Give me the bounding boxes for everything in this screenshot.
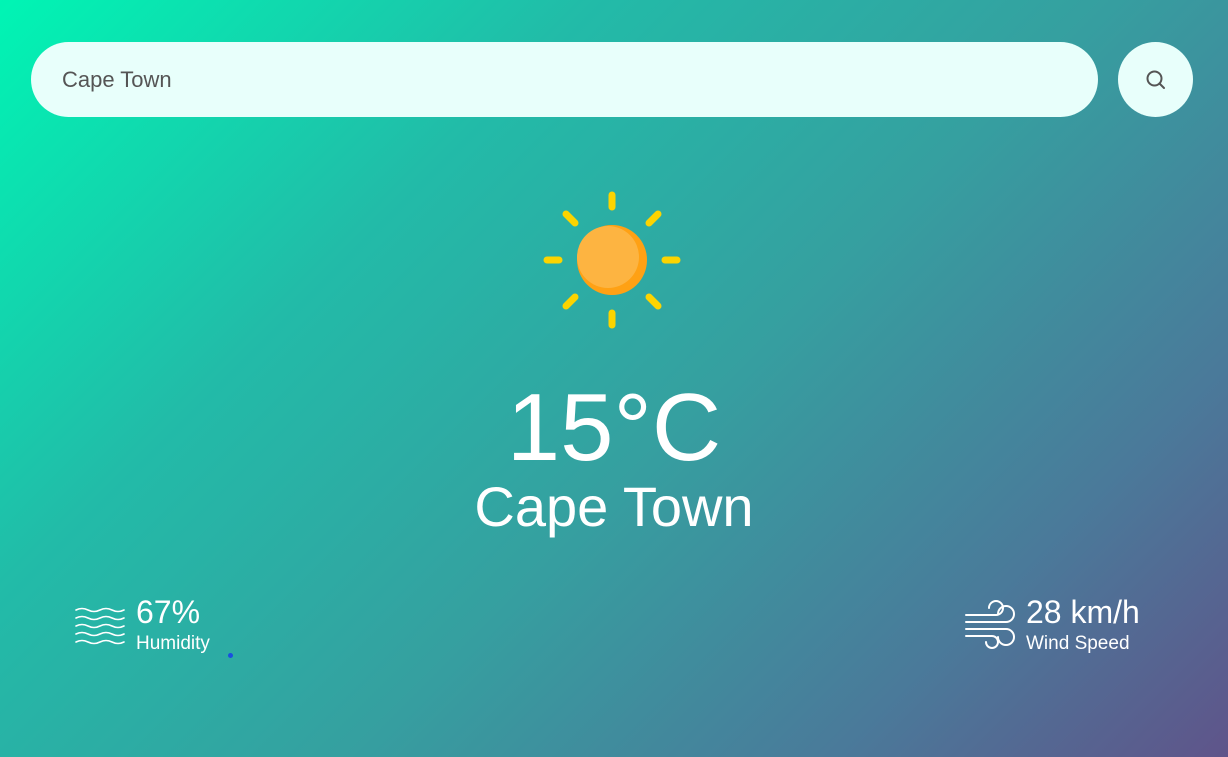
wind-icon [965,600,1015,649]
search-icon [1146,70,1165,89]
mouse-cursor-dot [228,653,233,658]
wind-value: 28 km/h [1026,594,1140,630]
humidity-waves-icon [75,607,125,645]
humidity-text: 67% Humidity [136,594,210,656]
search-button[interactable] [1118,42,1193,117]
wind-stat: 28 km/h Wind Speed [962,594,1140,656]
wind-label: Wind Speed [1026,633,1130,654]
humidity-label: Humidity [136,633,210,654]
search-input[interactable] [31,42,1098,117]
wind-text: 28 km/h Wind Speed [1026,594,1140,656]
city-name: Cape Town [474,475,754,538]
humidity-value: 67% [136,594,201,630]
humidity-stat: 67% Humidity [72,594,210,656]
sun-icon [543,191,681,329]
temperature: 15°C [506,374,722,481]
